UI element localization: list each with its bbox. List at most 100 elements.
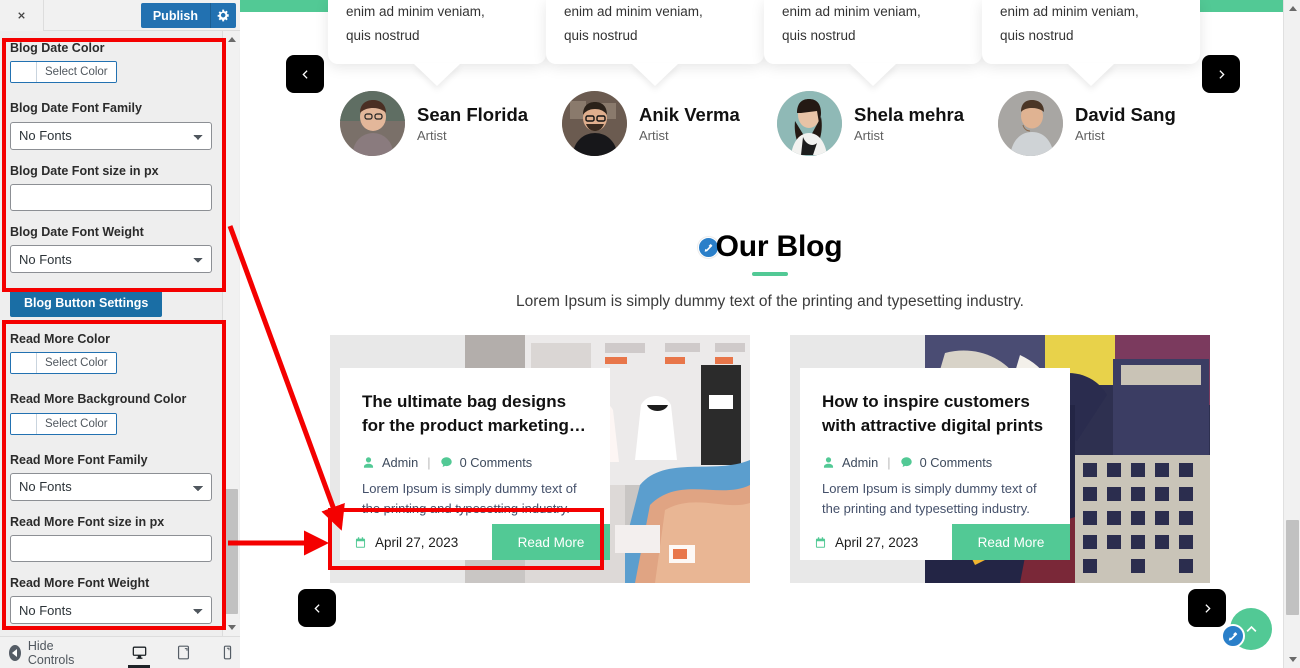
- collapse-arrow-icon: [9, 644, 21, 661]
- control-blog-date-color: Blog Date Color Select Color: [0, 40, 222, 87]
- select-blog-date-font-family[interactable]: No Fonts: [10, 121, 212, 150]
- select-blog-date-font-weight[interactable]: No Fonts: [10, 245, 212, 273]
- mobile-icon[interactable]: [214, 637, 240, 668]
- select-read-more-font-weight[interactable]: No Fonts: [10, 596, 212, 625]
- scroll-up-arrow-icon[interactable]: [223, 31, 240, 48]
- control-label: Blog Date Font size in px: [10, 163, 159, 178]
- customizer-sidebar: Publish Blog Date Color Select Color Blo…: [0, 0, 240, 668]
- sidebar-scrollbar-thumb[interactable]: [225, 489, 238, 614]
- blog-button-settings-button[interactable]: Blog Button Settings: [10, 289, 163, 317]
- control-label: Read More Font size in px: [10, 514, 165, 529]
- bubble-line-2: quis nostrud: [782, 28, 856, 43]
- blog-card-comments: 0 Comments: [919, 455, 993, 471]
- blog-carousel-next-button[interactable]: [1188, 589, 1226, 627]
- calendar-icon: [355, 536, 366, 548]
- team-member-name: Sean Florida: [417, 103, 529, 125]
- color-swatch[interactable]: [11, 62, 37, 83]
- blog-card-excerpt: Lorem Ipsum is simply dummy text of the …: [822, 481, 1037, 517]
- preview-scroll-up-icon[interactable]: [1284, 0, 1300, 17]
- team-bubble: enim ad minim veniam, quis nostrud: [546, 0, 764, 86]
- preview-scrollbar-thumb[interactable]: [1286, 520, 1299, 615]
- publish-button[interactable]: Publish: [140, 3, 210, 28]
- customizer-scroll-content: Blog Date Color Select Color Blog Date F…: [0, 31, 222, 636]
- bubble-tail: [849, 63, 897, 86]
- blog-section: Our Blog Lorem Ipsum is simply dummy tex…: [240, 182, 1300, 627]
- blog-title-row: Our Blog: [697, 230, 843, 264]
- blog-card-author: Admin: [382, 455, 419, 471]
- blog-card-body: How to inspire customers with attractive…: [800, 368, 1070, 538]
- control-read-more-font-size: Read More Font size in px: [0, 514, 222, 562]
- publish-group: Publish: [140, 3, 236, 28]
- read-more-button[interactable]: Read More: [952, 524, 1070, 560]
- customizer-header: Publish: [0, 0, 240, 31]
- team-member: Shela mehra Artist: [777, 91, 964, 156]
- input-read-more-font-size[interactable]: [10, 535, 212, 562]
- control-blog-date-font-family: Blog Date Font Family No Fonts: [0, 100, 222, 150]
- meta-separator: |: [427, 455, 431, 471]
- blog-carousel-prev-button[interactable]: [298, 589, 336, 627]
- close-icon[interactable]: [0, 0, 44, 31]
- team-member-info: Shela mehra Artist: [854, 104, 964, 143]
- gear-icon[interactable]: [210, 3, 236, 28]
- preview-scrollbar[interactable]: [1283, 0, 1300, 668]
- edit-pencil-icon[interactable]: [1221, 624, 1245, 648]
- color-picker-read-more-color[interactable]: Select Color: [10, 352, 117, 375]
- preview-scroll-down-icon[interactable]: [1284, 651, 1300, 668]
- input-blog-date-font-size[interactable]: [10, 183, 212, 211]
- color-picker-read-more-background-color[interactable]: Select Color: [10, 412, 117, 435]
- blog-header: Our Blog Lorem Ipsum is simply dummy tex…: [240, 182, 1300, 311]
- hide-controls-button[interactable]: Hide Controls: [0, 639, 84, 667]
- blog-card-footer: April 27, 2023 Read More: [800, 524, 1070, 560]
- blog-card: How to inspire customers with attractive…: [790, 335, 1210, 583]
- team-carousel-prev-button[interactable]: [286, 55, 324, 93]
- team-bubble: enim ad minim veniam, quis nostrud: [764, 0, 982, 86]
- avatar: [998, 91, 1063, 156]
- blog-card-date: April 27, 2023: [340, 524, 492, 560]
- color-picker-blog-date-color[interactable]: Select Color: [10, 61, 117, 84]
- team-member-info: David Sang Artist: [1075, 104, 1176, 143]
- control-label: Blog Date Font Weight: [10, 224, 144, 239]
- color-swatch[interactable]: [11, 413, 37, 434]
- blog-title: Our Blog: [715, 230, 843, 263]
- team-member-role: Artist: [417, 128, 447, 144]
- bubble-line-2: quis nostrud: [1000, 28, 1074, 43]
- team-bubble: enim ad minim veniam, quis nostrud: [982, 0, 1200, 86]
- control-label: Read More Font Family: [10, 452, 148, 467]
- blog-card-meta: Admin | 0 Comments: [822, 455, 1050, 470]
- blog-card-list: The ultimate bag designs for the product…: [240, 335, 1300, 583]
- team-carousel: enim ad minim veniam, quis nostrud Sean …: [240, 0, 1300, 182]
- blog-card-title[interactable]: The ultimate bag designs for the product…: [362, 390, 590, 438]
- team-member-info: Anik Verma Artist: [639, 104, 740, 143]
- blog-card-date: April 27, 2023: [800, 524, 952, 560]
- blog-card-comments: 0 Comments: [459, 455, 533, 471]
- desktop-icon[interactable]: [126, 637, 152, 668]
- blog-card: The ultimate bag designs for the product…: [330, 335, 750, 583]
- blog-card-title[interactable]: How to inspire customers with attractive…: [822, 390, 1050, 438]
- app-root: Publish Blog Date Color Select Color Blo…: [0, 0, 1300, 668]
- bubble-tail: [631, 63, 679, 86]
- control-label: Read More Color: [10, 332, 111, 346]
- scroll-down-arrow-icon[interactable]: [223, 619, 240, 636]
- sidebar-scrollbar[interactable]: [222, 31, 240, 636]
- blog-card-meta: Admin | 0 Comments: [362, 455, 590, 470]
- bubble-line-1: enim ad minim veniam,: [782, 4, 921, 19]
- hide-controls-label: Hide Controls: [27, 638, 75, 667]
- read-more-button[interactable]: Read More: [492, 524, 610, 560]
- bubble-line-1: enim ad minim veniam,: [564, 4, 703, 19]
- bubble-line-2: quis nostrud: [564, 28, 638, 43]
- control-label: Read More Background Color: [10, 392, 187, 407]
- site-preview: enim ad minim veniam, quis nostrud Sean …: [240, 0, 1300, 668]
- tablet-icon[interactable]: [170, 637, 196, 668]
- user-icon: [363, 457, 374, 468]
- team-bubble: enim ad minim veniam, quis nostrud: [328, 0, 546, 86]
- color-swatch[interactable]: [11, 353, 37, 374]
- bubble-line-2: quis nostrud: [346, 28, 420, 43]
- team-carousel-next-button[interactable]: [1202, 55, 1240, 93]
- blog-card-date-label: April 27, 2023: [835, 534, 919, 550]
- select-read-more-font-family[interactable]: No Fonts: [10, 472, 212, 501]
- comment-icon: [900, 457, 912, 468]
- blog-subtitle: Lorem Ipsum is simply dummy text of the …: [516, 293, 1024, 310]
- customizer-controls-area: Blog Date Color Select Color Blog Date F…: [0, 31, 240, 636]
- team-member-bubble: enim ad minim veniam, quis nostrud: [328, 0, 546, 86]
- control-label: Blog Date Color: [10, 41, 105, 55]
